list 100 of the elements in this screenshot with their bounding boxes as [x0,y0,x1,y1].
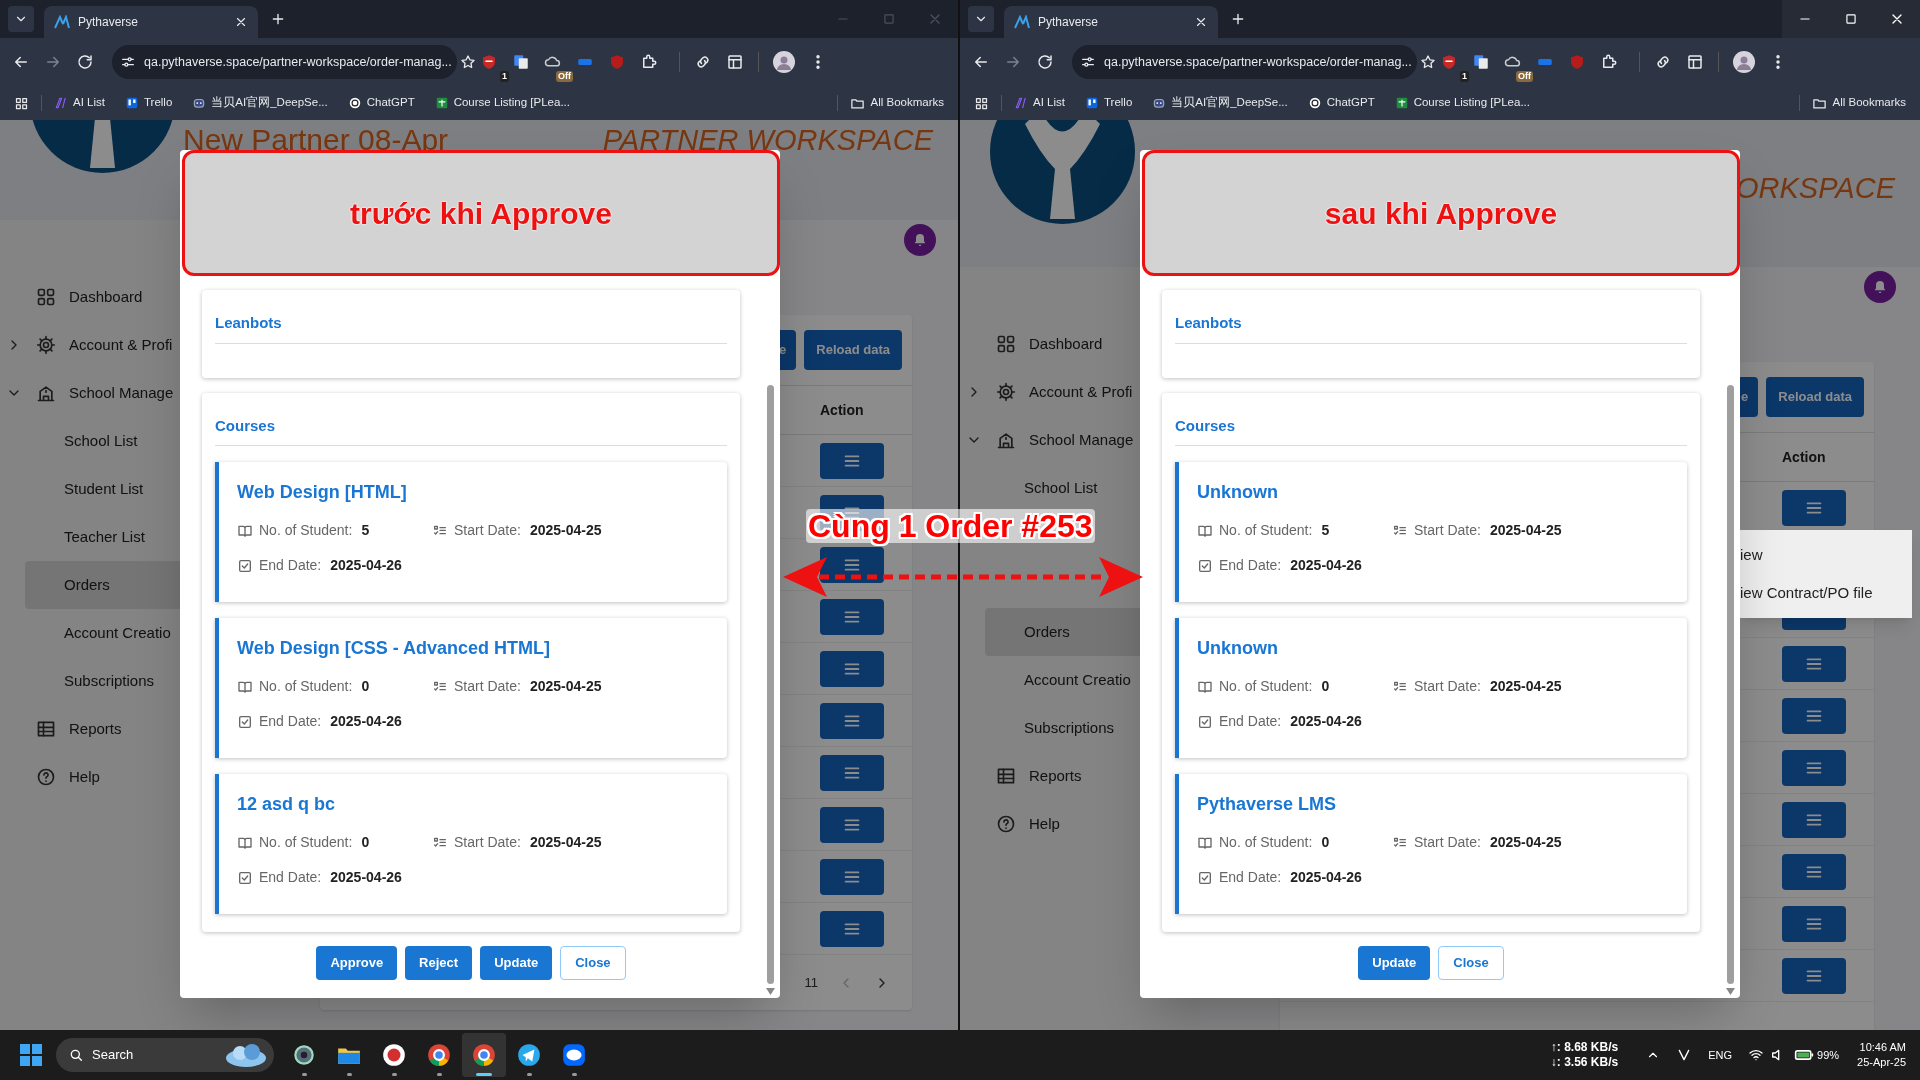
star-icon[interactable] [1419,54,1436,70]
clock[interactable]: 10:46 AM 25-Apr-25 [1857,1040,1906,1070]
close-icon[interactable] [234,15,248,29]
sidebar-item[interactable]: Account & Profi [1026,380,1136,404]
bookmark[interactable]: Trello [1084,94,1133,112]
chat-app-icon[interactable] [561,1042,587,1068]
search-icon [68,1047,84,1063]
bookmark[interactable]: AI List [1014,94,1065,112]
bookmark[interactable]: Course Listing [PLea... [434,94,570,112]
apps-grid-icon[interactable] [14,95,29,111]
start-icon[interactable] [20,1044,42,1066]
course-title: Web Design [HTML] [237,481,408,504]
side-panel-icon[interactable] [1686,53,1704,71]
site-settings-icon[interactable] [120,54,136,70]
field-value: 2025-04-26 [1290,556,1362,575]
field-value: 5 [361,521,370,540]
annotation-text: sau khi Approve [1324,195,1558,232]
notification-button[interactable] [1864,271,1896,303]
dialog-button[interactable]: Update [480,946,553,980]
scrollbar-thumb[interactable] [1727,385,1734,984]
tab-search-button[interactable] [8,6,34,32]
board-icon [1084,96,1099,110]
side-panel-icon[interactable] [726,53,744,71]
bookmark[interactable]: Trello [124,94,173,112]
translate-icon[interactable] [1472,53,1490,71]
bookmark[interactable]: 当贝AI官网_DeepSe... [1152,94,1288,112]
shield-icon[interactable] [1440,53,1458,71]
field-label: No. of Student: [259,833,353,852]
maximize-icon[interactable] [1844,12,1858,26]
window-controls[interactable] [1782,0,1920,38]
apps-grid-icon[interactable] [974,95,989,111]
help-icon [36,767,56,787]
notification-button[interactable] [904,224,936,256]
star-icon[interactable] [459,54,476,70]
field-value: 2025-04-26 [1290,868,1362,887]
translate-icon[interactable] [512,53,530,71]
shield-icon[interactable] [480,53,498,71]
avatar[interactable] [1733,51,1755,73]
record-icon[interactable] [381,1042,407,1068]
section-title: Leanbots [1175,312,1687,344]
sidebar-item[interactable]: Dashboard [1026,332,1106,356]
reload-icon[interactable] [76,53,94,71]
new-tab-icon[interactable] [1230,11,1246,27]
menu-item[interactable]: iew Contract/PO file [1740,574,1912,612]
new-tab-icon[interactable] [270,11,286,27]
bookmark[interactable]: ChatGPT [1307,94,1375,112]
download-speed: ↓: 3.56 KB/s [1550,1055,1619,1070]
wifi-icon[interactable] [1748,1047,1765,1063]
bookmark[interactable]: AI List [54,94,105,112]
bookmark[interactable]: ChatGPT [347,94,415,112]
sidebar-item[interactable]: Dashboard [66,285,146,309]
site-settings-icon[interactable] [1080,54,1096,70]
extensions-icon[interactable] [1600,53,1618,71]
all-bookmarks-button[interactable]: All Bookmarks [1811,94,1906,112]
annotation-text: Cùng 1 Order #253 [806,509,1095,543]
browser-tab[interactable]: Pythaverse [44,6,258,38]
reload-icon[interactable] [1036,53,1054,71]
close-icon[interactable] [1194,15,1208,29]
paper-plane-icon[interactable] [516,1042,542,1068]
language-indicator[interactable]: ENG [1708,1046,1733,1064]
scrollbar-thumb[interactable] [767,385,774,984]
tab-search-button[interactable] [968,6,994,32]
extensions-icon[interactable] [640,53,658,71]
all-bookmarks-button[interactable]: All Bookmarks [849,94,944,112]
avatar[interactable] [773,51,795,73]
search-field[interactable]: Search [56,1038,274,1072]
sidebar-item[interactable]: Account & Profi [66,333,176,357]
field-value: 2025-04-25 [529,677,602,696]
scroll-down-arrow-icon[interactable] [1726,988,1735,995]
gear-icon[interactable] [291,1042,317,1068]
toolbar-button[interactable]: Reload data [1766,377,1864,417]
sidebar-item[interactable]: Reports [1026,764,1085,788]
toolbar-button[interactable]: Reload data [804,330,902,370]
sidebar-item[interactable]: Help [1026,812,1063,836]
field-label: No. of Student: [259,521,353,540]
table-icon [996,766,1016,786]
bookmark[interactable]: 当贝AI官网_DeepSe... [192,94,328,112]
link-icon[interactable] [694,53,712,71]
checkbox-icon [237,557,253,574]
dialog-button[interactable]: Close [560,946,626,980]
dialog-button[interactable]: Close [1438,946,1504,980]
chrome-icon[interactable] [471,1042,497,1068]
scroll-down-arrow-icon[interactable] [766,988,775,995]
field-label: End Date: [259,868,322,887]
sidebar-item[interactable]: Reports [66,717,125,741]
sidebar-item[interactable]: Help [66,765,103,789]
sidebar-item[interactable]: School Manage [1026,428,1137,452]
field-label: Start Date: [1414,677,1481,696]
browser-tab[interactable]: Pythaverse [1004,6,1218,38]
bookmark[interactable]: Course Listing [PLea... [1394,94,1530,112]
workspace-title: ORKSPACE [1736,171,1895,206]
dialog-button[interactable]: Approve [316,946,398,980]
menu-item[interactable]: iew [1740,536,1912,574]
dialog-button[interactable]: Reject [405,946,473,980]
sidebar-item[interactable]: School Manage [66,381,177,405]
field-label: End Date: [1219,556,1282,575]
chrome-icon[interactable] [426,1042,452,1068]
field-label: No. of Student: [1219,521,1313,540]
link-icon[interactable] [1654,53,1672,71]
dialog-button[interactable]: Update [1358,946,1431,980]
